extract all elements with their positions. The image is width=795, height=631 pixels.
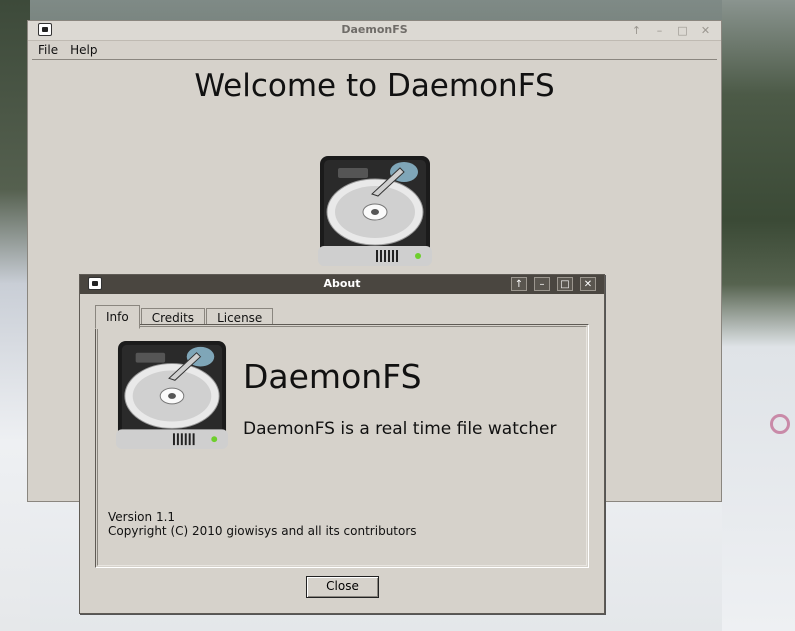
close-icon[interactable]: ✕ xyxy=(580,277,596,291)
close-button[interactable]: Close xyxy=(306,576,379,598)
close-icon[interactable]: ✕ xyxy=(698,23,713,38)
maximize-icon[interactable]: □ xyxy=(557,277,573,291)
version-text: Version 1.1 xyxy=(108,510,176,524)
desktop-ring-icon xyxy=(770,414,790,434)
info-panel: DaemonFS DaemonFS is a real time file wa… xyxy=(95,324,589,568)
about-version-block: Version 1.1 Copyright (C) 2010 giowisys … xyxy=(108,510,417,538)
tab-info[interactable]: Info xyxy=(95,305,140,329)
main-window-title: DaemonFS xyxy=(341,23,408,36)
about-titlebar-buttons: ↑ – □ ✕ xyxy=(511,277,596,291)
about-description: DaemonFS is a real time file watcher xyxy=(243,419,557,439)
copyright-text: Copyright (C) 2010 giowisys and all its … xyxy=(108,524,417,538)
main-titlebar[interactable]: DaemonFS ↑ – □ ✕ xyxy=(28,21,721,41)
welcome-heading: Welcome to DaemonFS xyxy=(194,68,555,104)
maximize-icon[interactable]: □ xyxy=(675,23,690,38)
minimize-icon[interactable]: – xyxy=(534,277,550,291)
desktop-background-right xyxy=(722,0,795,631)
desktop-background-left xyxy=(0,0,30,631)
menu-file[interactable]: File xyxy=(32,43,64,57)
hard-drive-icon xyxy=(115,339,229,455)
close-button-label: Close xyxy=(326,579,359,593)
hard-drive-icon xyxy=(318,154,432,272)
minimize-icon[interactable]: – xyxy=(652,23,667,38)
up-icon[interactable]: ↑ xyxy=(511,277,527,291)
about-titlebar[interactable]: About ↑ – □ ✕ xyxy=(80,275,604,294)
about-app-name: DaemonFS xyxy=(243,357,422,396)
up-icon[interactable]: ↑ xyxy=(629,23,644,38)
menubar: File Help xyxy=(32,41,717,60)
about-dialog: About ↑ – □ ✕ Info Credits License Daemo… xyxy=(79,274,605,614)
main-titlebar-buttons: ↑ – □ ✕ xyxy=(629,23,713,38)
info-panel-inner: DaemonFS DaemonFS is a real time file wa… xyxy=(97,326,587,566)
menu-help[interactable]: Help xyxy=(64,43,103,57)
